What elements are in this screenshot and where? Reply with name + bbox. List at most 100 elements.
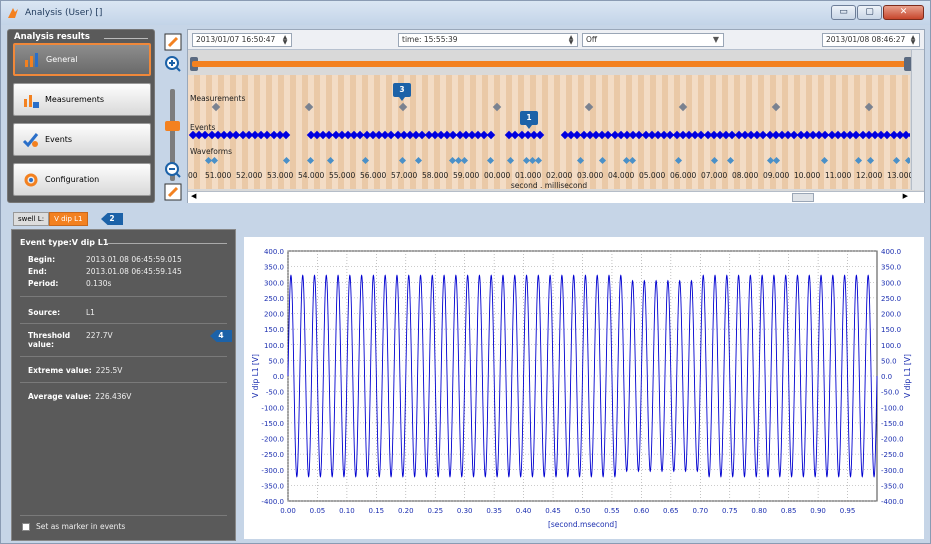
timeline-horizontal-scrollbar[interactable]: ◀ ▶ bbox=[188, 191, 924, 203]
edit-icon[interactable] bbox=[164, 33, 182, 51]
timeline-tick-label: 55.000 bbox=[329, 171, 356, 180]
y-tick-label-left: -100.0 bbox=[261, 404, 284, 412]
close-button[interactable]: ✕ bbox=[883, 5, 924, 20]
source-value: L1 bbox=[86, 308, 95, 317]
timeline-tick-label: 08.000 bbox=[732, 171, 759, 180]
callout-4: 4 bbox=[210, 330, 232, 342]
timeline-header: 2013/01/07 16:50:47 ▲ ▼ time: 15:55:39 ▲ ▼… bbox=[188, 30, 924, 50]
timeline-tick-label: 07.000 bbox=[701, 171, 728, 180]
timeline-tick-label: 00 bbox=[188, 171, 198, 180]
title-divider bbox=[106, 243, 227, 244]
divider bbox=[20, 356, 227, 357]
nav-item-general[interactable]: General bbox=[13, 43, 151, 76]
period-value: 0.130s bbox=[86, 279, 112, 288]
x-tick-label: 0.50 bbox=[575, 507, 591, 515]
range-bar[interactable] bbox=[192, 61, 912, 67]
y-tick-label-left: 250.0 bbox=[264, 295, 284, 303]
tab-swell[interactable]: swell L: bbox=[13, 212, 50, 226]
set-marker-label: Set as marker in events bbox=[36, 522, 126, 531]
start-datetime-input[interactable]: 2013/01/07 16:50:47 ▲ ▼ bbox=[192, 33, 292, 47]
nav-item-configuration[interactable]: Configuration bbox=[13, 163, 151, 196]
timeline-tick-label: 58.000 bbox=[422, 171, 449, 180]
threshold-label: Threshold value: bbox=[28, 331, 71, 349]
source-row: Source: L1 bbox=[28, 308, 95, 317]
zoom-in-icon[interactable] bbox=[164, 55, 182, 73]
event-tabs: swell L: V dip L1 bbox=[13, 212, 88, 226]
y-tick-label-left: 350.0 bbox=[264, 264, 284, 272]
timeline-panel: 2013/01/07 16:50:47 ▲ ▼ time: 15:55:39 ▲ ▼… bbox=[187, 29, 925, 203]
nav-item-events[interactable]: Events bbox=[13, 123, 151, 156]
extreme-value: 225.5V bbox=[95, 366, 123, 375]
y-tick-label-left: 150.0 bbox=[264, 326, 284, 334]
minimize-button[interactable]: ▭ bbox=[831, 5, 856, 20]
x-tick-label: 0.55 bbox=[604, 507, 620, 515]
y-tick-label-right: 350.0 bbox=[881, 264, 901, 272]
x-tick-label: 0.25 bbox=[427, 507, 443, 515]
timeline-tick-label: 06.000 bbox=[670, 171, 697, 180]
extreme-label: Extreme value: bbox=[28, 366, 92, 375]
analysis-results-panel: Analysis results General Measurements Ev… bbox=[7, 29, 155, 203]
x-tick-label: 0.35 bbox=[486, 507, 502, 515]
chevron-down-icon[interactable]: ▼ bbox=[713, 34, 719, 46]
filter-value: Off bbox=[586, 35, 598, 44]
y-tick-label-right: 100.0 bbox=[881, 342, 901, 350]
y-tick-label-right: 150.0 bbox=[881, 326, 901, 334]
timeline-ticks: 00 51.000 52.000 53.000 54.000 55.000 56.000 57… bbox=[188, 171, 913, 181]
y-tick-label-right: 400.0 bbox=[881, 248, 901, 256]
scroll-thumb[interactable] bbox=[792, 193, 814, 202]
tab-vdip[interactable]: V dip L1 bbox=[49, 212, 88, 226]
x-tick-label: 0.05 bbox=[310, 507, 326, 515]
nav-item-measurements[interactable]: Measurements bbox=[13, 83, 151, 116]
zoom-out-icon[interactable] bbox=[164, 161, 182, 179]
x-tick-label: 0.20 bbox=[398, 507, 414, 515]
timeline-tick-label: 11.000 bbox=[825, 171, 852, 180]
events-icon bbox=[22, 132, 39, 147]
y-tick-label-left: 400.0 bbox=[264, 248, 284, 256]
scroll-left-icon[interactable]: ◀ bbox=[191, 192, 196, 200]
end-label: End: bbox=[28, 267, 47, 276]
legend-divider bbox=[104, 38, 148, 39]
marker-1-flag[interactable]: 1 bbox=[520, 111, 538, 129]
y-axis-label-right: V dip L1 [V] bbox=[903, 354, 912, 398]
x-tick-label: 0.60 bbox=[634, 507, 650, 515]
period-label: Period: bbox=[28, 279, 59, 288]
x-tick-label: 0.40 bbox=[516, 507, 532, 515]
average-row: Average value: 226.436V bbox=[28, 392, 131, 401]
end-spin-icon[interactable]: ▲ ▼ bbox=[908, 35, 918, 46]
timeline-tick-label: 09.000 bbox=[763, 171, 790, 180]
y-tick-label-right: 300.0 bbox=[881, 279, 901, 287]
y-tick-label-right: -200.0 bbox=[881, 436, 904, 444]
filter-select[interactable]: Off ▼ bbox=[582, 33, 724, 47]
timeline-vertical-scrollbar[interactable] bbox=[911, 50, 924, 190]
start-spin-icon[interactable]: ▲ ▼ bbox=[280, 35, 290, 46]
maximize-button[interactable]: ▢ bbox=[857, 5, 882, 20]
checkbox-box[interactable] bbox=[22, 522, 30, 531]
marker-3-flag[interactable]: 3 bbox=[393, 83, 411, 101]
waveform-chart[interactable]: 400.0 400.0 350.0 350.0 300.0 300.0 250.0 250.0… bbox=[244, 237, 924, 539]
zoom-slider-handle[interactable] bbox=[165, 121, 180, 131]
nav-item-general-label: General bbox=[46, 55, 78, 64]
set-marker-checkbox[interactable]: Set as marker in events bbox=[22, 522, 125, 531]
waveform-plot[interactable]: 400.0 400.0 350.0 350.0 300.0 300.0 250.0 250.0… bbox=[244, 237, 924, 539]
y-tick-label-right: -250.0 bbox=[881, 451, 904, 459]
row-label-waveforms: Waveforms bbox=[190, 147, 232, 156]
x-tick-label: 0.95 bbox=[840, 507, 856, 515]
y-tick-label-left: -200.0 bbox=[261, 436, 284, 444]
y-tick-label-right: 0.0 bbox=[881, 373, 892, 381]
y-tick-label-left: 0.0 bbox=[273, 373, 284, 381]
time-spin-icon[interactable]: ▲ ▼ bbox=[566, 35, 576, 46]
timeline-tick-label: 03.000 bbox=[577, 171, 604, 180]
x-tick-label: 0.90 bbox=[810, 507, 826, 515]
end-datetime-input[interactable]: 2013/01/08 08:46:27 ▲ ▼ bbox=[822, 33, 920, 47]
edit-end-icon[interactable] bbox=[164, 183, 182, 201]
time-field[interactable]: time: 15:55:39 ▲ ▼ bbox=[398, 33, 578, 47]
begin-row: Begin: 2013.01.08 06:45:59.015 bbox=[28, 255, 182, 264]
y-tick-label-left: -250.0 bbox=[261, 451, 284, 459]
nav-item-events-label: Events bbox=[45, 135, 73, 144]
scroll-right-icon[interactable]: ▶ bbox=[903, 192, 908, 200]
divider bbox=[20, 323, 227, 324]
nav-item-configuration-label: Configuration bbox=[45, 175, 100, 184]
y-tick-label-left: -400.0 bbox=[261, 498, 284, 506]
start-datetime-value: 2013/01/07 16:50:47 bbox=[196, 35, 276, 44]
y-tick-label-right: 200.0 bbox=[881, 311, 901, 319]
